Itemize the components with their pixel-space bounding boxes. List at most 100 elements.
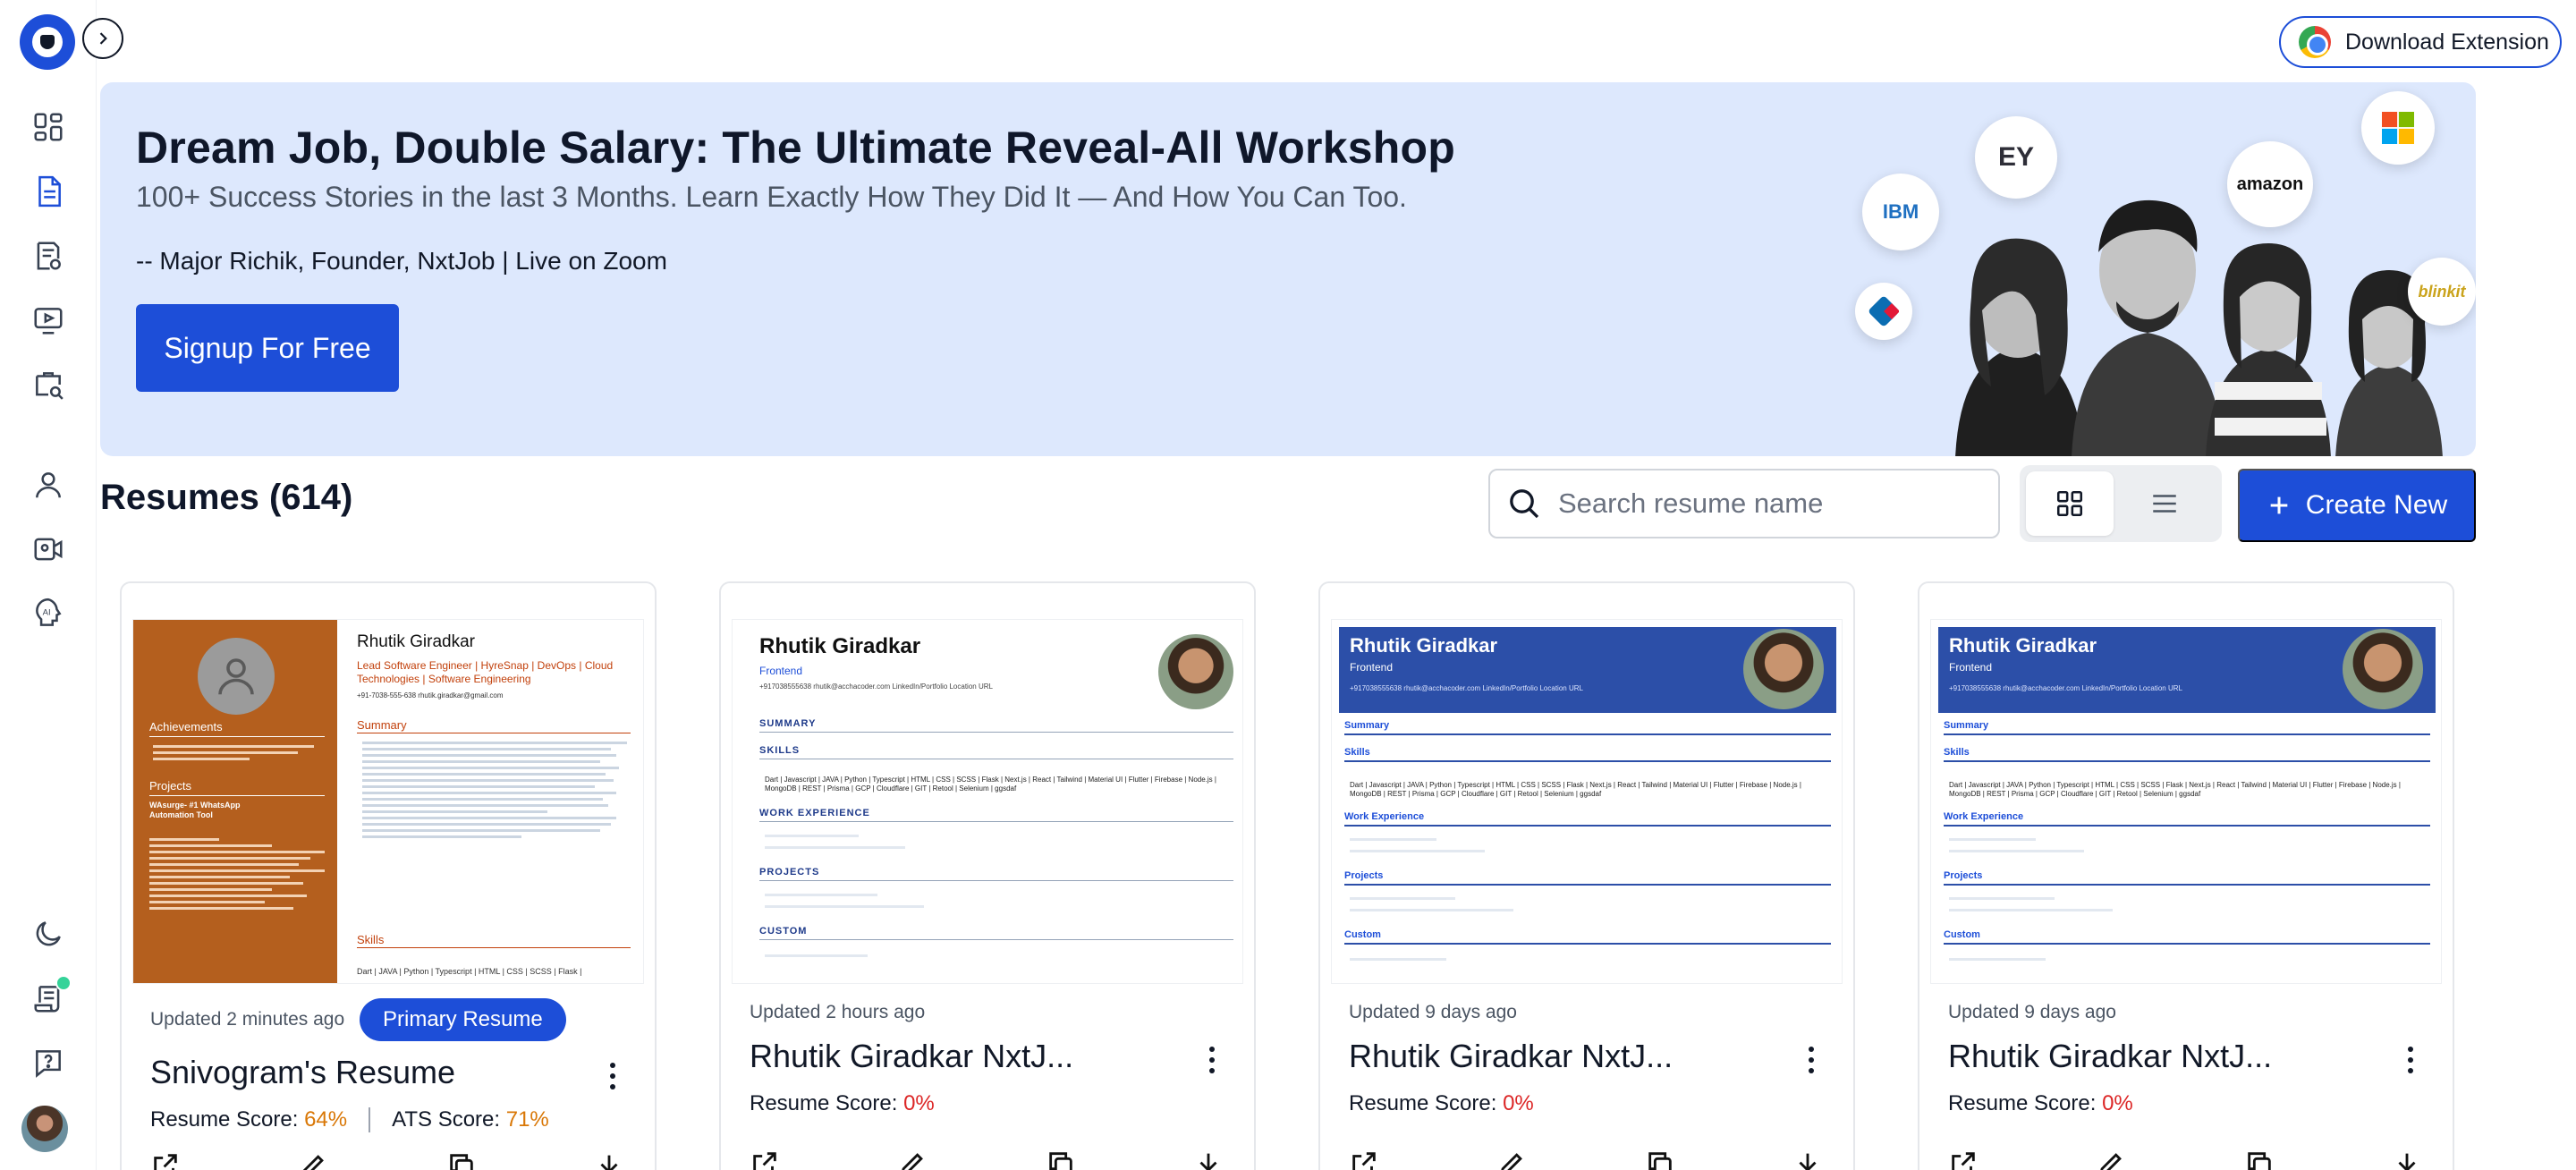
- score-line: Resume Score: 0%: [1349, 1091, 1534, 1116]
- workshop-banner: Dream Job, Double Salary: The Ultimate R…: [100, 82, 2476, 456]
- thumb-section-skills: Skills: [1344, 747, 1370, 758]
- ibm-logo: IBM: [1862, 174, 1939, 250]
- open-icon[interactable]: [150, 1150, 181, 1170]
- score-line: Resume Score: 64% ATS Score: 71%: [150, 1107, 549, 1132]
- duplicate-icon[interactable]: [446, 1150, 477, 1170]
- thumbnail-photo-placeholder: [198, 638, 275, 715]
- download-icon[interactable]: [1792, 1149, 1823, 1170]
- resume-thumbnail[interactable]: Achievements Projects WAsurge- #1 WhatsA…: [132, 619, 644, 984]
- thumb-achievements-heading: Achievements: [149, 720, 223, 733]
- resume-score-label: Resume Score:: [150, 1107, 299, 1132]
- updated-time: Updated 9 days ago: [1948, 1002, 2116, 1022]
- open-icon[interactable]: [1948, 1149, 1979, 1170]
- thumb-skills: Dart | JAVA | Python | Typescript | HTML…: [357, 967, 582, 976]
- edit-icon[interactable]: [1496, 1149, 1527, 1170]
- job-search-icon[interactable]: [30, 367, 66, 403]
- resume-name[interactable]: Snivogram's Resume: [150, 1054, 455, 1091]
- app-logo[interactable]: [20, 14, 75, 70]
- thumb-profile-photo: [2343, 629, 2423, 709]
- resume-card[interactable]: Rhutik Giradkar Frontend +917038555638 r…: [1318, 581, 1855, 1170]
- search-input[interactable]: [1558, 488, 1979, 520]
- thumb-profile-photo: [1743, 629, 1824, 709]
- score-line: Resume Score: 0%: [1948, 1091, 2133, 1116]
- user-avatar[interactable]: [21, 1106, 68, 1152]
- updated-time: Updated 9 days ago: [1349, 1002, 1517, 1022]
- resume-name[interactable]: Rhutik Giradkar NxtJ...: [750, 1038, 1073, 1075]
- help-icon[interactable]: [30, 1045, 66, 1081]
- duplicate-icon[interactable]: [1645, 1149, 1675, 1170]
- more-options-icon[interactable]: [1208, 1047, 1216, 1073]
- thumb-role: Frontend: [759, 665, 803, 677]
- more-options-icon[interactable]: [608, 1063, 617, 1089]
- svg-text:AI: AI: [43, 608, 51, 618]
- resume-card[interactable]: Rhutik Giradkar Frontend +917038555638 r…: [719, 581, 1256, 1170]
- download-icon[interactable]: [2392, 1149, 2422, 1170]
- download-icon[interactable]: [594, 1150, 624, 1170]
- thumb-name: Rhutik Giradkar: [1949, 634, 2097, 657]
- primary-resume-badge: Primary Resume: [360, 998, 566, 1041]
- card-actions: [1948, 1149, 2422, 1170]
- thumb-headline: Lead Software Engineer | HyreSnap | DevO…: [357, 659, 614, 685]
- resumes-title: Resumes (614): [100, 478, 353, 517]
- chrome-icon: [2299, 26, 2331, 58]
- open-icon[interactable]: [750, 1149, 780, 1170]
- open-icon[interactable]: [1349, 1149, 1379, 1170]
- resume-icon[interactable]: [30, 174, 66, 209]
- duplicate-icon[interactable]: [1046, 1149, 1076, 1170]
- video-icon[interactable]: [30, 302, 66, 338]
- resume-card[interactable]: Achievements Projects WAsurge- #1 WhatsA…: [120, 581, 657, 1170]
- resume-card[interactable]: Rhutik Giradkar Frontend +917038555638 r…: [1918, 581, 2454, 1170]
- resume-thumbnail[interactable]: Rhutik Giradkar Frontend +917038555638 r…: [1331, 619, 1843, 984]
- expand-sidebar-button[interactable]: [82, 18, 123, 59]
- resume-thumbnail[interactable]: Rhutik Giradkar Frontend +917038555638 r…: [732, 619, 1243, 984]
- thumb-section-projects: PROJECTS: [759, 867, 820, 878]
- resume-name[interactable]: Rhutik Giradkar NxtJ...: [1349, 1038, 1673, 1075]
- grid-view-button[interactable]: [2026, 471, 2114, 536]
- thumb-name: Rhutik Giradkar: [759, 634, 921, 658]
- thumb-projects-heading: Projects: [149, 779, 191, 793]
- ey-logo: EY: [1975, 116, 2057, 199]
- thumb-section-skills: SKILLS: [759, 745, 801, 756]
- banner-subtitle: 100+ Success Stories in the last 3 Month…: [136, 181, 1407, 213]
- edit-icon[interactable]: [897, 1149, 928, 1170]
- blinkit-logo: blinkit: [2408, 258, 2476, 326]
- amazon-logo: amazon: [2227, 141, 2313, 227]
- edit-icon[interactable]: [298, 1150, 328, 1170]
- resume-score-value: 0%: [2102, 1091, 2133, 1115]
- thumb-section-work: Work Experience: [1944, 811, 2024, 822]
- profile-icon[interactable]: [30, 467, 66, 503]
- thumb-section-custom: Custom: [1344, 929, 1381, 940]
- thumb-skills-heading: Skills: [357, 933, 385, 946]
- score-line: Resume Score: 0%: [750, 1091, 935, 1116]
- duplicate-icon[interactable]: [2244, 1149, 2275, 1170]
- resume-name[interactable]: Rhutik Giradkar NxtJ...: [1948, 1038, 2272, 1075]
- resume-thumbnail[interactable]: Rhutik Giradkar Frontend +917038555638 r…: [1930, 619, 2442, 984]
- dark-mode-icon[interactable]: [30, 916, 66, 952]
- dominos-icon: [1868, 296, 1899, 326]
- resume-score-value: 64%: [304, 1107, 348, 1132]
- dashboard-icon[interactable]: [30, 109, 66, 145]
- resume-score-label: Resume Score:: [750, 1091, 898, 1115]
- create-new-button[interactable]: Create New: [2238, 469, 2476, 542]
- interview-icon[interactable]: [30, 531, 66, 567]
- people-illustration: [1955, 199, 2443, 456]
- search-icon: [1510, 489, 1539, 519]
- thumb-section-summary: Summary: [1944, 720, 1989, 731]
- more-options-icon[interactable]: [1807, 1047, 1816, 1073]
- cover-letter-icon[interactable]: [30, 238, 66, 274]
- more-options-icon[interactable]: [2406, 1047, 2415, 1073]
- thumb-contact: +917038555638 rhutik@acchacoder.com Link…: [1350, 684, 1583, 692]
- logo-mark: [32, 27, 63, 57]
- thumb-skills: Dart | Javascript | JAVA | Python | Type…: [1949, 781, 2401, 798]
- create-new-label: Create New: [2305, 490, 2448, 520]
- download-icon[interactable]: [1193, 1149, 1224, 1170]
- ai-icon[interactable]: AI: [30, 596, 66, 632]
- chevron-right-icon: [99, 32, 107, 45]
- banner-title: Dream Job, Double Salary: The Ultimate R…: [136, 123, 1455, 173]
- search-box: [1488, 469, 2000, 538]
- edit-icon[interactable]: [2096, 1149, 2126, 1170]
- signup-button[interactable]: Signup For Free: [136, 304, 399, 392]
- download-extension-button[interactable]: Download Extension: [2279, 16, 2562, 68]
- thumb-contact: +917038555638 rhutik@acchacoder.com Link…: [1949, 684, 2182, 692]
- list-view-button[interactable]: [2121, 471, 2208, 536]
